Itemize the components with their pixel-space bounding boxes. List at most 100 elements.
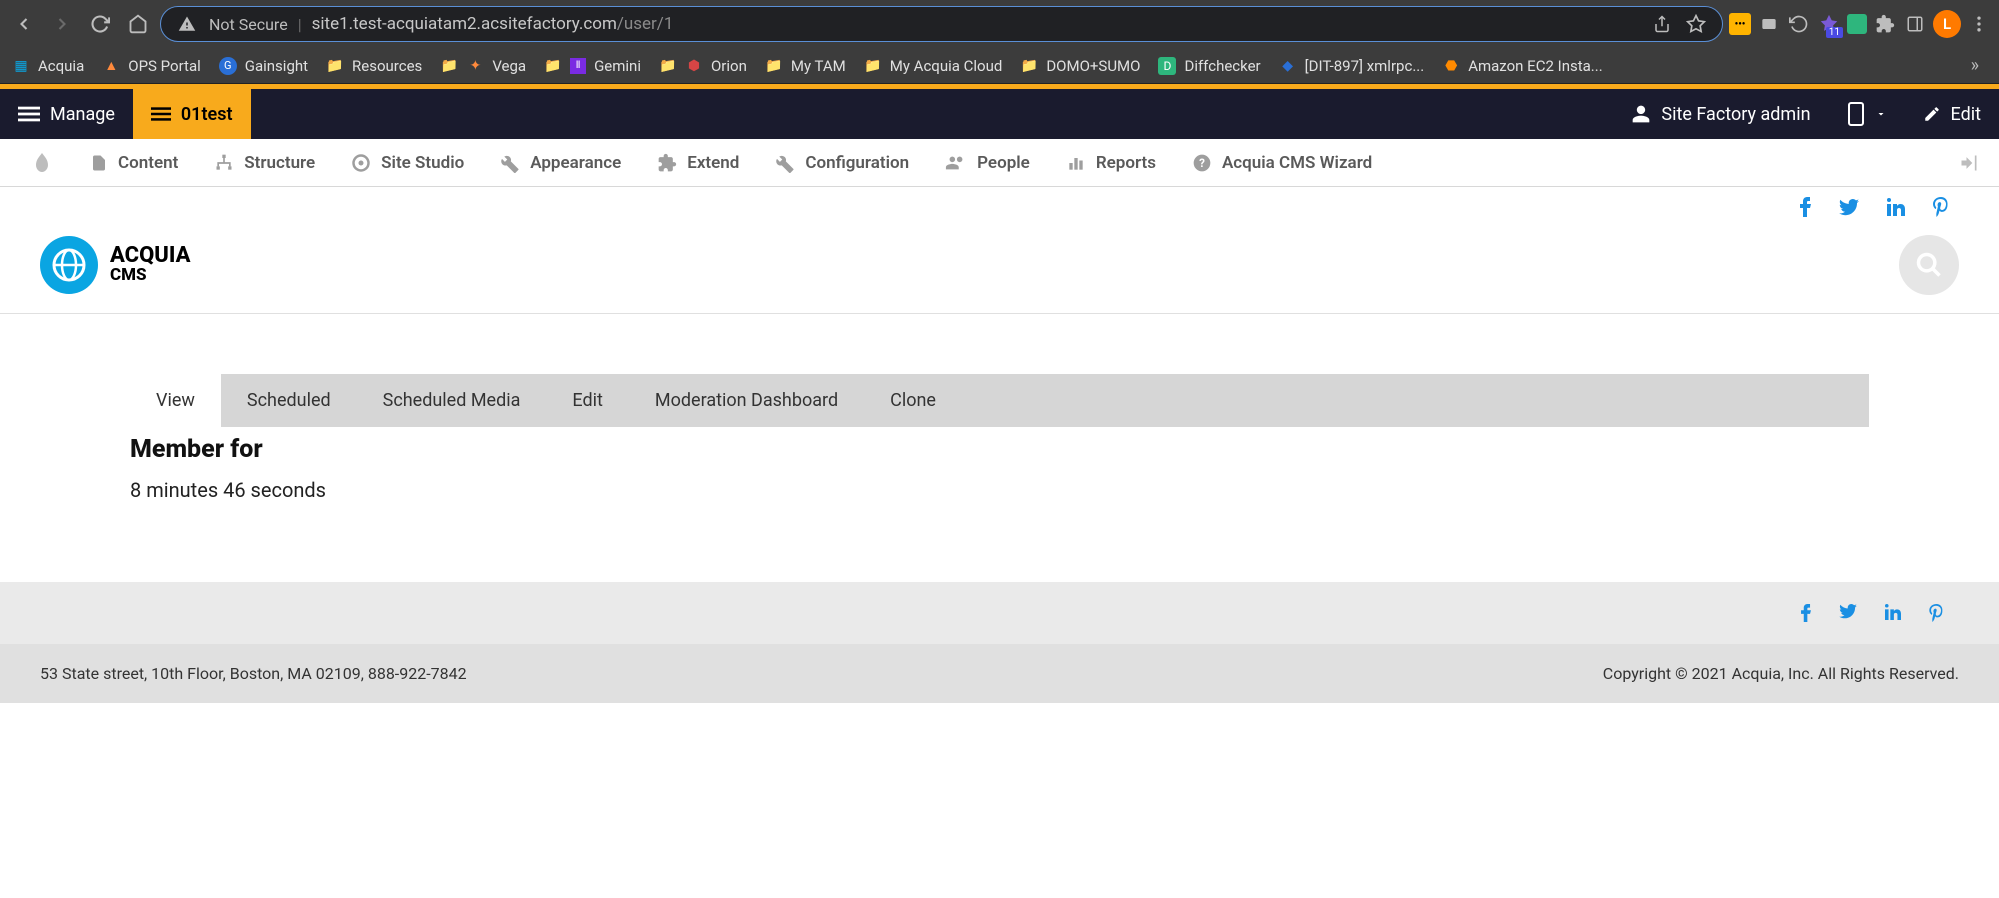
- folder-icon: 📁: [659, 57, 677, 75]
- bookmarks-overflow[interactable]: »: [1963, 55, 1987, 76]
- jira-icon: ◆: [1279, 57, 1297, 75]
- menu-structure[interactable]: Structure: [196, 139, 333, 186]
- bookmark-gainsight[interactable]: G Gainsight: [219, 57, 308, 75]
- bookmark-diffchecker[interactable]: D Diffchecker: [1158, 57, 1260, 75]
- twitter-icon[interactable]: [1839, 199, 1859, 216]
- shield-icon: ⬢: [685, 57, 703, 75]
- tab-clone[interactable]: Clone: [864, 374, 962, 427]
- extension-icon-1[interactable]: •••: [1729, 13, 1751, 35]
- site-header: ACQUIA CMS: [0, 227, 1999, 314]
- bookmark-star-icon[interactable]: [1684, 12, 1708, 36]
- drupal-home[interactable]: [12, 139, 72, 186]
- pencil-icon: [1923, 105, 1941, 123]
- linkedin-icon[interactable]: [1887, 198, 1905, 216]
- star-icon: ✦: [466, 57, 484, 75]
- browser-toolbar: Not Secure | site1.test-acquiatam2.acsit…: [0, 0, 1999, 48]
- back-button[interactable]: [8, 8, 40, 40]
- people-icon: [945, 152, 967, 174]
- sitemap-icon: [214, 153, 234, 173]
- linkedin-icon[interactable]: [1885, 604, 1901, 622]
- menu-acquia-cms-wizard[interactable]: ? Acquia CMS Wizard: [1174, 139, 1390, 186]
- aws-icon: ⬣: [1442, 57, 1460, 75]
- bookmark-dit-897[interactable]: ◆ [DIT-897] xmlrpc...: [1279, 57, 1425, 75]
- logo-mark: [40, 236, 98, 294]
- folder-icon: 📁: [765, 57, 783, 75]
- facebook-icon[interactable]: [1800, 197, 1811, 217]
- bookmark-resources[interactable]: 📁 Resources: [326, 57, 422, 75]
- search-icon: [1915, 251, 1943, 279]
- member-for-value: 8 minutes 46 seconds: [130, 478, 1869, 502]
- extension-icon-3[interactable]: [1787, 12, 1811, 36]
- svg-text:?: ?: [1199, 156, 1205, 170]
- extensions-puzzle-icon[interactable]: [1873, 12, 1897, 36]
- fire-icon: ▲: [102, 57, 120, 75]
- circle-icon: [351, 153, 371, 173]
- menu-people[interactable]: People: [927, 139, 1048, 186]
- panel-icon[interactable]: [1903, 12, 1927, 36]
- collapse-icon: [1959, 153, 1979, 173]
- menu-extend[interactable]: Extend: [639, 139, 757, 186]
- mobile-icon: [1847, 101, 1865, 127]
- bookmarks-bar: ▦ Acquia ▲ OPS Portal G Gainsight 📁 Reso…: [0, 48, 1999, 84]
- admin-menu: Content Structure Site Studio Appearance…: [0, 139, 1999, 187]
- folder-icon: 📁: [440, 57, 458, 75]
- twitter-icon[interactable]: [1839, 604, 1857, 622]
- tab-moderation-dashboard[interactable]: Moderation Dashboard: [629, 374, 864, 427]
- footer-address: 53 State street, 10th Floor, Boston, MA …: [40, 664, 467, 683]
- tab-view[interactable]: View: [130, 374, 221, 427]
- pinterest-icon[interactable]: [1933, 197, 1949, 217]
- menu-reports[interactable]: Reports: [1048, 139, 1174, 186]
- folder-icon: 📁: [1020, 57, 1038, 75]
- reload-button[interactable]: [84, 8, 116, 40]
- bookmark-orion[interactable]: 📁 ⬢ Orion: [659, 57, 747, 75]
- admin-topbar: Manage 01test Site Factory admin Edit: [0, 89, 1999, 139]
- member-for-label: Member for: [130, 435, 1869, 464]
- tab-scheduled-media[interactable]: Scheduled Media: [357, 374, 547, 427]
- menu-appearance[interactable]: Appearance: [482, 139, 639, 186]
- bookmark-ops-portal[interactable]: ▲ OPS Portal: [102, 57, 201, 75]
- tab-scheduled[interactable]: Scheduled: [221, 374, 357, 427]
- g-icon: G: [219, 57, 237, 75]
- menu-content[interactable]: Content: [72, 139, 196, 186]
- menu-site-studio[interactable]: Site Studio: [333, 139, 482, 186]
- toolbar-collapse[interactable]: [1951, 139, 1987, 186]
- user-icon: [1631, 104, 1651, 124]
- bookmark-amazon-ec2[interactable]: ⬣ Amazon EC2 Insta...: [1442, 57, 1602, 75]
- extension-icon-2[interactable]: [1757, 12, 1781, 36]
- pinterest-icon[interactable]: [1929, 604, 1944, 622]
- footer-copyright: Copyright © 2021 Acquia, Inc. All Rights…: [1603, 664, 1959, 683]
- bookmark-my-tam[interactable]: 📁 My TAM: [765, 57, 846, 75]
- forward-button[interactable]: [46, 8, 78, 40]
- drupal-icon: [30, 151, 54, 175]
- bookmark-vega[interactable]: 📁 ✦ Vega: [440, 57, 526, 75]
- user-menu[interactable]: Site Factory admin: [1613, 89, 1828, 139]
- bookmark-domo-sumo[interactable]: 📁 DOMO+SUMO: [1020, 57, 1140, 75]
- search-button[interactable]: [1899, 235, 1959, 295]
- footer-bar: 53 State street, 10th Floor, Boston, MA …: [0, 644, 1999, 703]
- edit-button[interactable]: Edit: [1905, 89, 1999, 139]
- profile-tabs: View Scheduled Scheduled Media Edit Mode…: [130, 374, 1869, 427]
- folder-icon: 📁: [544, 57, 562, 75]
- menu-configuration[interactable]: Configuration: [757, 139, 927, 186]
- home-button[interactable]: [122, 8, 154, 40]
- share-icon[interactable]: [1650, 12, 1674, 36]
- device-toggle[interactable]: [1829, 89, 1905, 139]
- wrench-icon: [500, 153, 520, 173]
- extension-icon-4[interactable]: 11: [1817, 12, 1841, 36]
- facebook-icon[interactable]: [1801, 604, 1811, 622]
- bookmark-gemini[interactable]: 📁 Ⅱ Gemini: [544, 57, 641, 75]
- social-links-footer: [0, 582, 1999, 644]
- bookmark-acquia[interactable]: ▦ Acquia: [12, 57, 84, 75]
- hamburger-icon: [18, 103, 40, 125]
- list-icon: [151, 104, 171, 124]
- kebab-menu-icon[interactable]: [1967, 12, 1991, 36]
- profile-avatar[interactable]: L: [1933, 10, 1961, 38]
- address-bar[interactable]: Not Secure | site1.test-acquiatam2.acsit…: [160, 6, 1723, 42]
- site-logo[interactable]: ACQUIA CMS: [40, 236, 190, 294]
- extension-icon-5[interactable]: [1847, 14, 1867, 34]
- chart-icon: [1066, 153, 1086, 173]
- site-name-button[interactable]: 01test: [133, 89, 251, 139]
- tab-edit[interactable]: Edit: [546, 374, 628, 427]
- bookmark-my-acquia-cloud[interactable]: 📁 My Acquia Cloud: [864, 57, 1003, 75]
- manage-toggle[interactable]: Manage: [0, 89, 133, 139]
